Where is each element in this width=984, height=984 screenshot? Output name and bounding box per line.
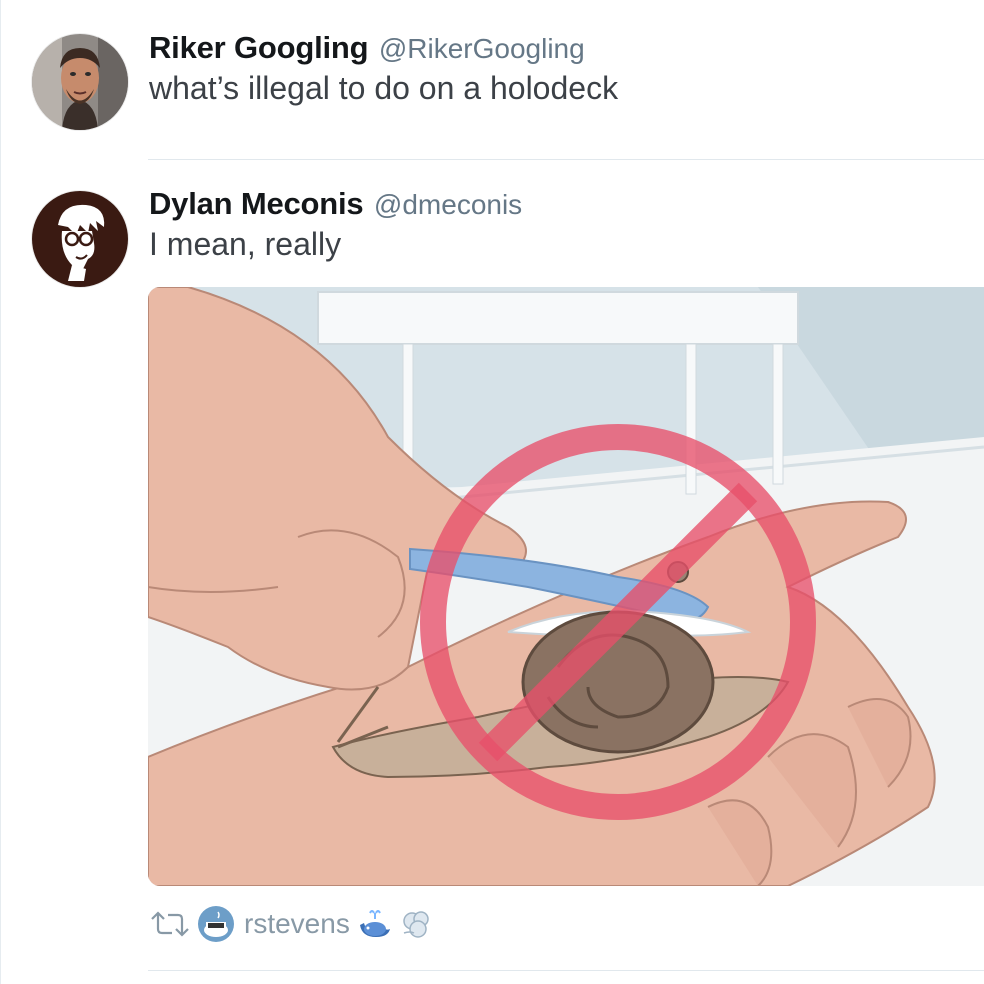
tweet-header: Dylan Meconis @dmeconis [149, 186, 522, 222]
tweet-text: what’s illegal to do on a holodeck [149, 70, 619, 106]
dash-emoji-icon [403, 911, 429, 938]
author-handle[interactable]: @dmeconis [374, 189, 522, 220]
author-name[interactable]: Dylan Meconis [149, 186, 364, 221]
author-handle[interactable]: @RikerGoogling [379, 33, 585, 64]
tweet-header: Riker Googling @RikerGoogling [149, 30, 585, 66]
tweet-media-image[interactable] [148, 287, 984, 886]
hand-brushing-snail-illustration [148, 287, 984, 886]
retweeter-name[interactable]: rstevens [244, 908, 350, 940]
coffee-cup-avatar-icon [198, 906, 234, 942]
whale-emoji-icon [359, 910, 390, 937]
rstevens-avatar[interactable] [198, 906, 234, 942]
riker-avatar[interactable] [32, 34, 128, 130]
author-name[interactable]: Riker Googling [149, 30, 369, 65]
person-photo-avatar-icon [32, 34, 128, 130]
tweet-divider [148, 159, 984, 160]
retweet-icon [151, 911, 189, 937]
dylan-avatar[interactable] [32, 191, 128, 287]
tweet-divider [148, 970, 984, 971]
tweet-text: I mean, really [149, 226, 342, 262]
timeline-left-border [0, 0, 1, 984]
cartoon-glasses-avatar-icon [32, 191, 128, 287]
retweeted-by-row[interactable]: rstevens [148, 902, 434, 946]
